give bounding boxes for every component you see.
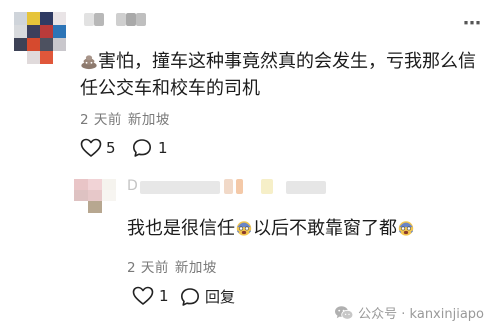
comment-meta: 2 天前 新加坡	[80, 108, 170, 128]
poop-emoji-icon	[81, 55, 97, 70]
reply-like-button[interactable]: 1	[132, 286, 169, 306]
comment-bubble-icon	[133, 139, 151, 157]
avatar[interactable]	[14, 12, 68, 66]
reply-time: 2 天前	[127, 260, 169, 276]
reply-text: 我也是很信任 以后不敢靠窗了都	[127, 215, 415, 242]
reply-avatar[interactable]	[74, 179, 116, 213]
reply-count: 1	[158, 139, 168, 157]
comment-time: 2 天前	[80, 112, 122, 128]
like-count: 5	[106, 139, 116, 157]
scared-face-emoji-icon	[236, 221, 252, 236]
heart-icon	[132, 286, 154, 305]
reply-button[interactable]: 回复	[180, 286, 235, 307]
watermark: 公众号 · kanxinjiapo	[334, 303, 484, 322]
author-initial: D	[127, 178, 138, 194]
reply-body-part1: 我也是很信任	[127, 218, 235, 239]
reply-meta: 2 天前 新加坡	[127, 256, 217, 276]
comment-button[interactable]: 1	[132, 138, 168, 158]
comment-bubble-icon	[181, 287, 199, 306]
more-dots-icon[interactable]: ⋯	[463, 13, 482, 34]
watermark-text: 公众号 · kanxinjiapo	[358, 307, 484, 322]
wechat-logo-icon	[335, 305, 354, 320]
reply-location: 新加坡	[174, 260, 217, 276]
reply-body-part2: 以后不敢靠窗了都	[253, 218, 397, 239]
scared-face-emoji-icon	[398, 221, 414, 236]
like-button[interactable]: 5	[80, 138, 116, 158]
comment-body: 害怕，撞车这种事竟然真的会发生，亏我那么信任公交车和校车的司机	[80, 51, 476, 99]
comment-location: 新加坡	[127, 112, 170, 128]
heart-icon	[80, 138, 102, 157]
reply-button-label: 回复	[205, 288, 236, 306]
reply-like-count: 1	[159, 287, 169, 305]
comment-text: 害怕，撞车这种事竟然真的会发生，亏我那么信任公交车和校车的司机	[80, 48, 490, 102]
